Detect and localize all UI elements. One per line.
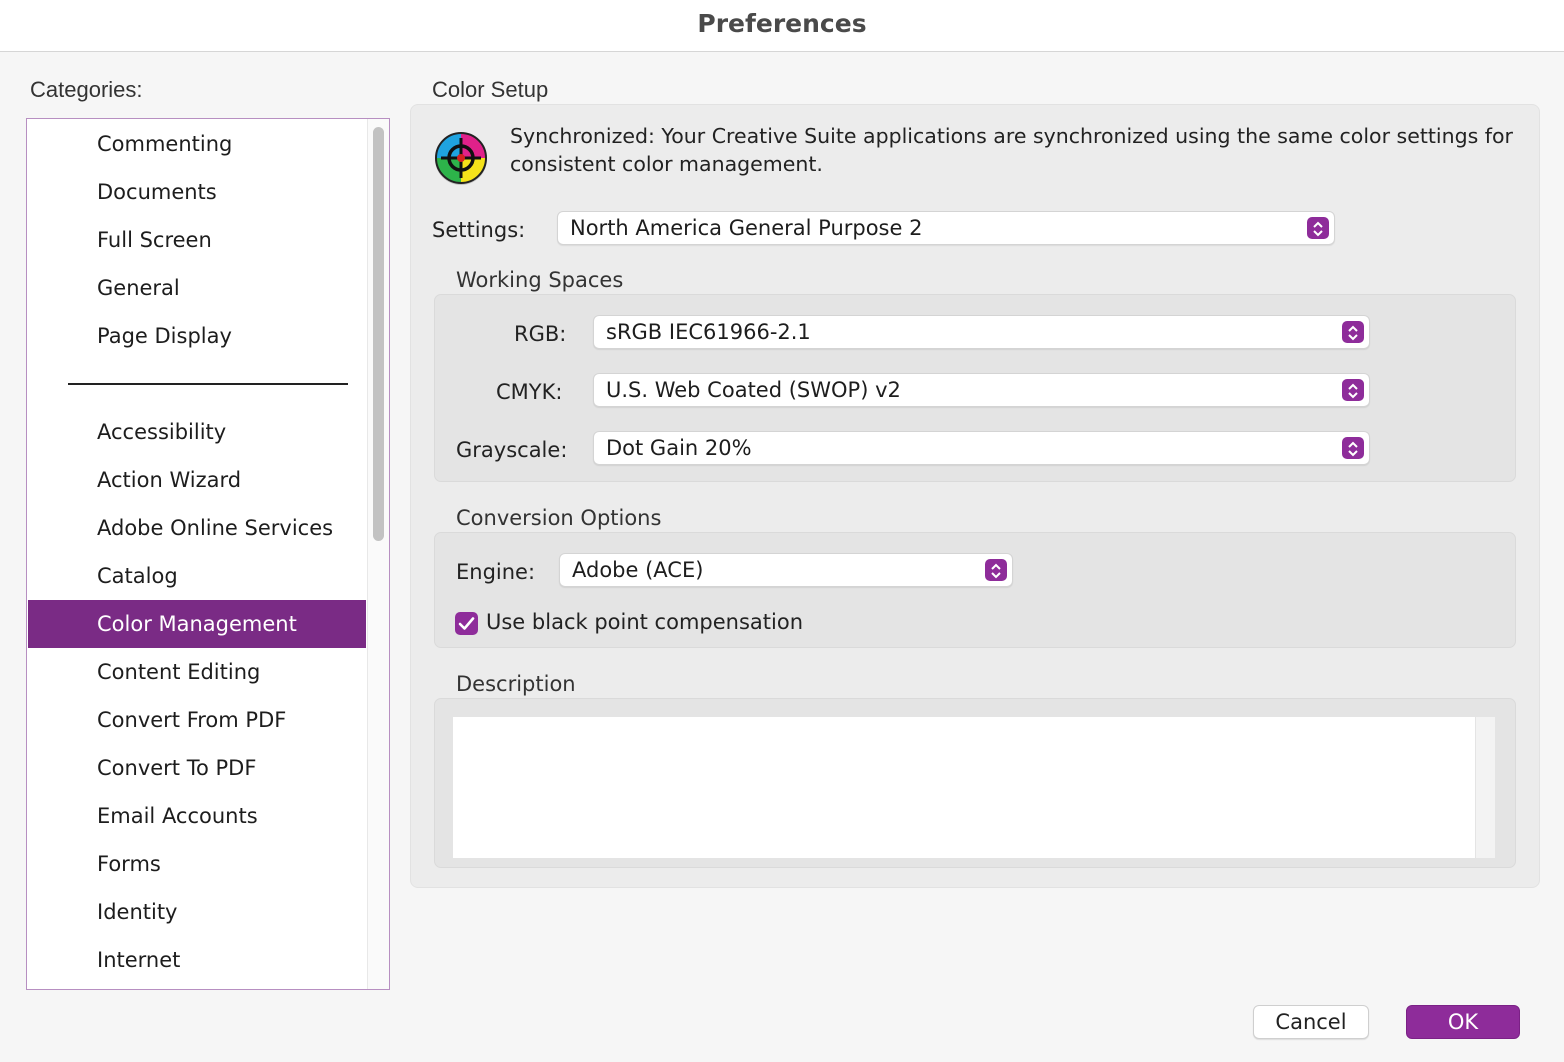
color-setup-label: Color Setup <box>432 77 549 102</box>
sync-status-message: Synchronized: Your Creative Suite applic… <box>510 124 1513 176</box>
cmyk-select-value: U.S. Web Coated (SWOP) v2 <box>606 378 901 402</box>
engine-select-value: Adobe (ACE) <box>572 558 704 582</box>
categories-scrollbar[interactable] <box>367 119 389 989</box>
settings-label: Settings: <box>432 218 526 242</box>
category-item-forms[interactable]: Forms <box>28 840 366 888</box>
rgb-label: RGB: <box>514 322 567 346</box>
grayscale-chevron-updown-icon <box>1342 437 1364 459</box>
grayscale-select-value: Dot Gain 20% <box>606 436 752 460</box>
preferences-window: Preferences Categories: Commenting Docum… <box>0 0 1564 1062</box>
rgb-select[interactable]: sRGB IEC61966-2.1 <box>593 315 1370 349</box>
categories-label: Categories: <box>30 77 143 102</box>
category-item-internet[interactable]: Internet <box>28 936 366 984</box>
rgb-chevron-updown-icon <box>1342 321 1364 343</box>
cmyk-label: CMYK: <box>496 380 563 404</box>
engine-chevron-updown-icon <box>985 559 1007 581</box>
categories-scroll-thumb[interactable] <box>373 127 384 541</box>
working-spaces-title: Working Spaces <box>456 268 624 292</box>
description-title: Description <box>456 672 576 696</box>
cmyk-chevron-updown-icon <box>1342 379 1364 401</box>
grayscale-label: Grayscale: <box>456 438 568 462</box>
title-bar[interactable]: Preferences <box>0 0 1564 52</box>
categories-list[interactable]: Commenting Documents Full Screen General… <box>26 118 390 990</box>
color-sync-icon <box>435 132 487 185</box>
conversion-options-title: Conversion Options <box>456 506 662 530</box>
category-item-catalog[interactable]: Catalog <box>28 552 366 600</box>
category-item-accessibility[interactable]: Accessibility <box>28 408 366 456</box>
engine-label: Engine: <box>456 560 536 584</box>
category-item-full-screen[interactable]: Full Screen <box>28 216 366 264</box>
category-item-commenting[interactable]: Commenting <box>28 120 366 168</box>
category-item-general[interactable]: General <box>28 264 366 312</box>
cmyk-select[interactable]: U.S. Web Coated (SWOP) v2 <box>593 373 1370 407</box>
black-point-label[interactable]: Use black point compensation <box>486 610 803 634</box>
category-item-page-display[interactable]: Page Display <box>28 312 366 360</box>
category-item-convert-to-pdf[interactable]: Convert To PDF <box>28 744 366 792</box>
category-item-adobe-online-services[interactable]: Adobe Online Services <box>28 504 366 552</box>
grayscale-select[interactable]: Dot Gain 20% <box>593 431 1370 465</box>
ok-button[interactable]: OK <box>1406 1005 1520 1039</box>
category-item-color-management[interactable]: Color Management <box>28 600 366 648</box>
category-item-identity[interactable]: Identity <box>28 888 366 936</box>
settings-select[interactable]: North America General Purpose 2 <box>557 211 1335 245</box>
category-item-email-accounts[interactable]: Email Accounts <box>28 792 366 840</box>
category-item-documents[interactable]: Documents <box>28 168 366 216</box>
window-title: Preferences <box>697 9 867 38</box>
black-point-checkbox[interactable] <box>455 612 478 635</box>
description-text-area[interactable] <box>453 717 1495 858</box>
category-item-content-editing[interactable]: Content Editing <box>28 648 366 696</box>
settings-chevron-updown-icon <box>1307 217 1329 239</box>
settings-select-value: North America General Purpose 2 <box>570 216 923 240</box>
rgb-select-value: sRGB IEC61966-2.1 <box>606 320 811 344</box>
category-item-convert-from-pdf[interactable]: Convert From PDF <box>28 696 366 744</box>
engine-select[interactable]: Adobe (ACE) <box>559 553 1013 587</box>
category-separator <box>68 383 348 385</box>
category-item-action-wizard[interactable]: Action Wizard <box>28 456 366 504</box>
description-scrollbar[interactable] <box>1475 717 1495 858</box>
cancel-button[interactable]: Cancel <box>1253 1005 1369 1039</box>
checkmark-icon <box>458 617 475 630</box>
